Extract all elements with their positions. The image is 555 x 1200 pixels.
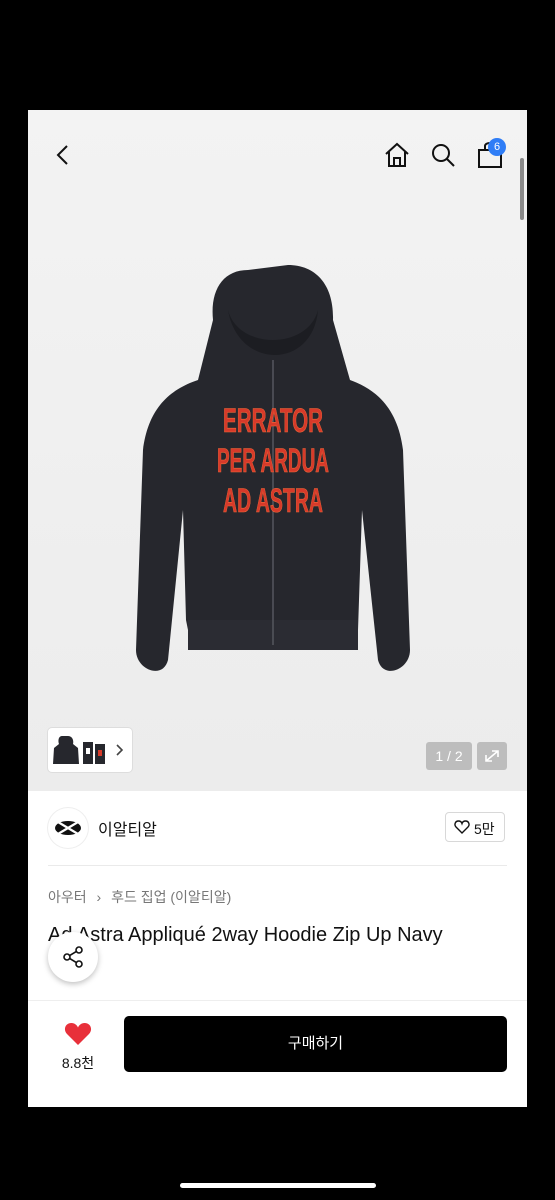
product-title: Ad Astra Appliqué 2way Hoodie Zip Up Nav… <box>48 924 443 946</box>
thumbnail-strip[interactable] <box>48 728 132 772</box>
svg-text:AD ASTRA: AD ASTRA <box>223 482 323 520</box>
chevron-left-icon[interactable] <box>48 140 78 170</box>
buy-button[interactable]: 구매하기 <box>124 1016 507 1072</box>
share-icon <box>63 946 83 968</box>
wishlist-count: 8.8천 <box>61 1055 95 1071</box>
expand-icon[interactable] <box>477 742 507 770</box>
home-icon[interactable] <box>382 140 412 170</box>
wishlist-button[interactable]: 8.8천 <box>56 1019 100 1075</box>
search-icon[interactable] <box>428 140 458 170</box>
store-logo[interactable] <box>48 808 88 848</box>
svg-text:ERRATOR: ERRATOR <box>223 402 323 440</box>
bottom-action-bar: 8.8천 구매하기 <box>28 1000 527 1107</box>
breadcrumb-item-hood-zipup[interactable]: 후드 집업 (이알티알) <box>111 889 231 905</box>
heart-outline-icon <box>454 820 470 834</box>
store-name[interactable]: 이알티알 <box>98 816 157 840</box>
image-pager: 1 / 2 <box>426 742 472 770</box>
product-image-gallery[interactable]: ERRATOR PER ARDUA AD ASTRA 1 / 2 <box>28 110 527 791</box>
thumbnail-image-front[interactable] <box>52 734 80 766</box>
store-row: 이알티알 5만 <box>28 796 527 860</box>
divider <box>48 865 507 866</box>
top-navigation-bar: 6 <box>28 110 527 220</box>
svg-text:PER ARDUA: PER ARDUA <box>217 442 329 480</box>
scrollbar[interactable] <box>520 158 524 220</box>
store-like-count: 5만 <box>474 821 495 837</box>
chevron-right-icon: › <box>96 889 102 905</box>
chevron-right-icon[interactable] <box>114 740 126 760</box>
product-image-hoodie: ERRATOR PER ARDUA AD ASTRA <box>136 265 410 671</box>
thumbnail-image-detail[interactable] <box>82 738 108 766</box>
breadcrumb: 아우터 › 후드 집업 (이알티알) <box>48 887 231 907</box>
cart-count-badge: 6 <box>488 138 506 156</box>
breadcrumb-item-outer[interactable]: 아우터 <box>48 889 87 905</box>
share-button[interactable] <box>48 932 98 982</box>
app-screen: ERRATOR PER ARDUA AD ASTRA 1 / 2 6 이알티알 … <box>28 110 527 1107</box>
heart-filled-icon <box>64 1023 92 1045</box>
store-like-button[interactable]: 5만 <box>445 812 505 842</box>
home-indicator[interactable] <box>180 1183 376 1188</box>
